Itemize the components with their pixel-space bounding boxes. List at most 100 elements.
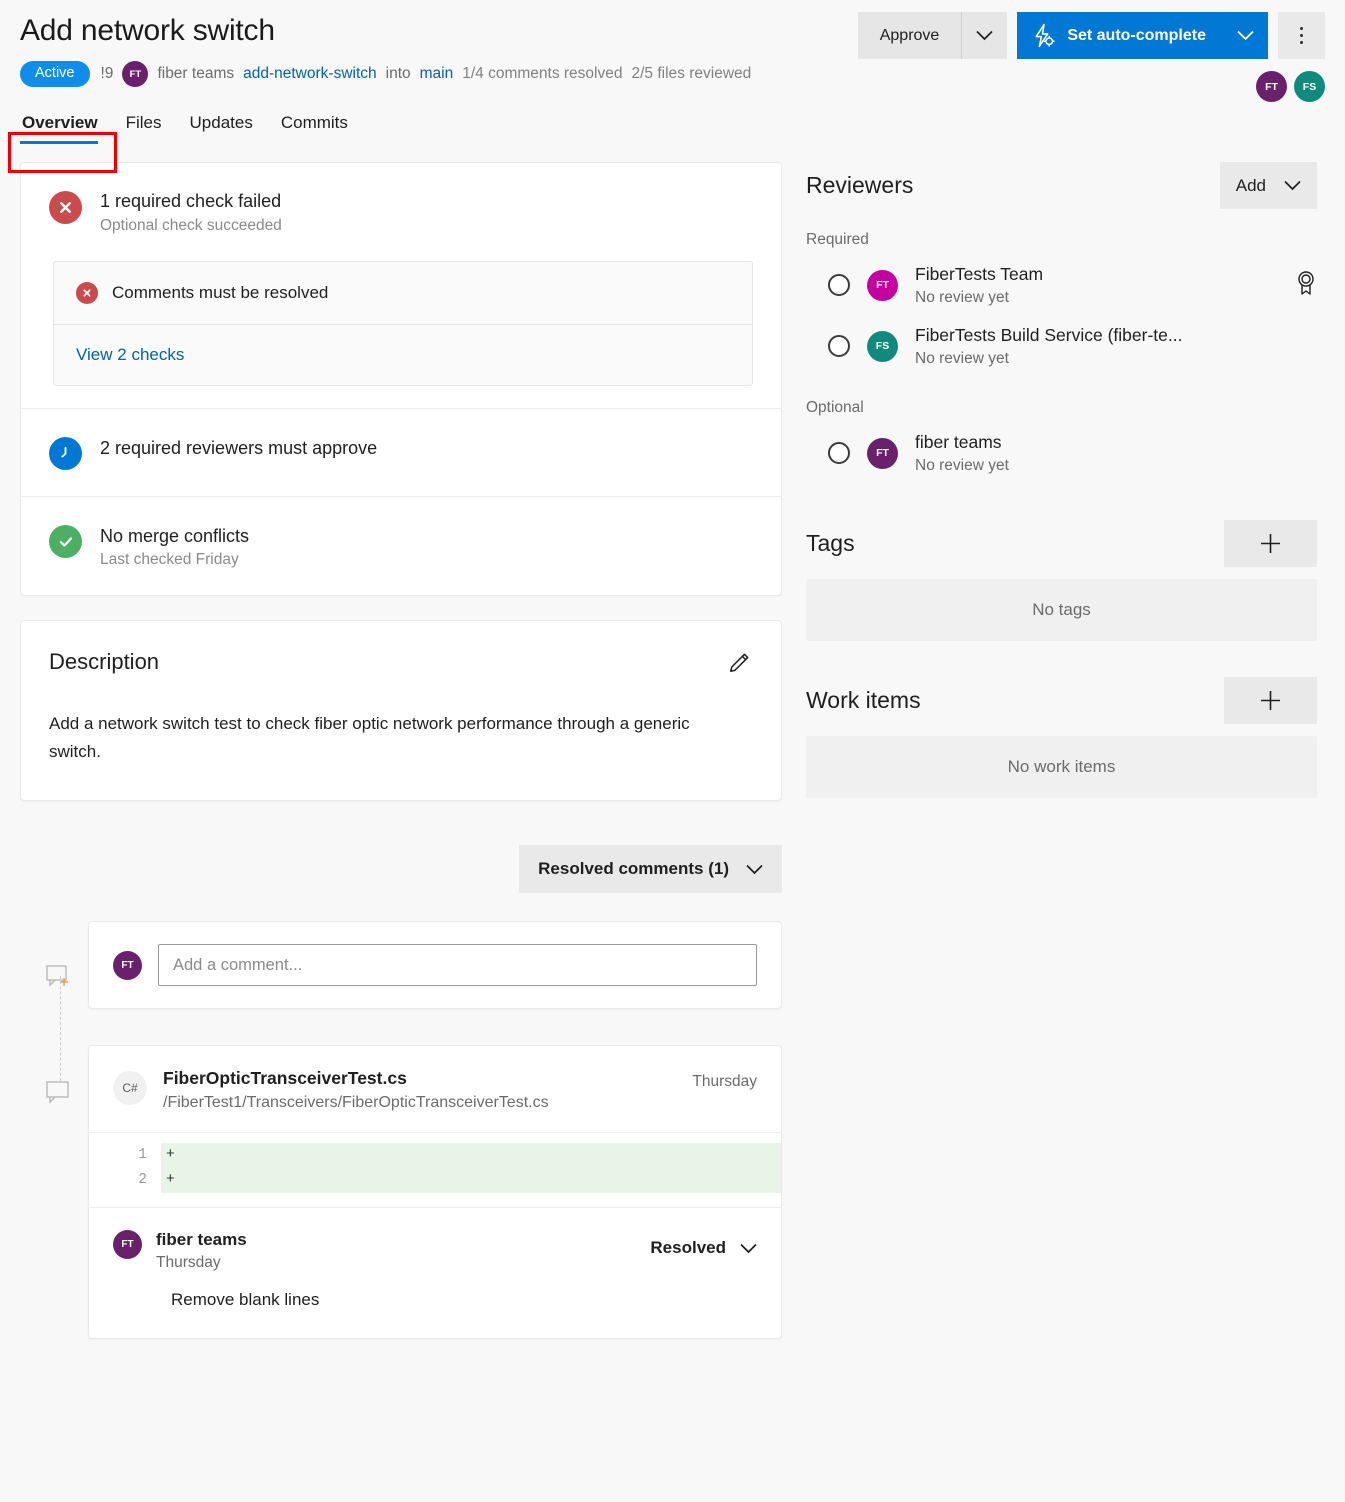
source-branch-link[interactable]: add-network-switch <box>243 65 377 83</box>
work-items-section: Work items No work items <box>806 677 1317 798</box>
success-check-icon <box>49 525 82 558</box>
diff-line-number: 1 <box>89 1143 161 1168</box>
more-options-button[interactable] <box>1278 12 1325 59</box>
merge-conflicts-title: No merge conflicts <box>100 526 249 547</box>
optional-reviewers-label: Optional <box>806 399 1317 417</box>
view-checks-row[interactable]: View 2 checks <box>54 324 752 385</box>
reviewer-vote-radio[interactable] <box>828 442 850 464</box>
approve-dropdown-button[interactable] <box>961 12 1007 59</box>
avatar: FS <box>867 331 898 362</box>
reply-body: Remove blank lines <box>113 1290 757 1310</box>
merge-conflicts-row: No merge conflicts Last checked Friday <box>21 497 781 595</box>
required-check-failed-row: 1 required check failed Optional check s… <box>21 163 781 235</box>
required-reviewers-row: 2 required reviewers must approve <box>21 409 781 496</box>
tab-commits[interactable]: Commits <box>267 109 362 144</box>
thread-date: Thursday <box>692 1068 757 1091</box>
thread-file-path: /FiberTest1/Transceivers/FiberOpticTrans… <box>163 1094 549 1112</box>
reply-author: fiber teams <box>156 1230 247 1250</box>
plus-icon <box>1259 532 1282 555</box>
avatar: FT <box>122 61 148 87</box>
header-actions: Approve Set auto-complete <box>858 12 1325 59</box>
approve-button[interactable]: Approve <box>858 12 962 59</box>
avatar[interactable]: FT <box>1256 71 1287 102</box>
diff-preview: 1 + 2 + <box>89 1132 781 1207</box>
add-comment-card: FT <box>88 921 782 1009</box>
pr-subheader: Active !9 FT fiber teams add-network-swi… <box>20 61 1325 87</box>
pr-author: fiber teams <box>157 65 234 83</box>
view-checks-link[interactable]: View 2 checks <box>76 345 184 365</box>
pr-id: !9 <box>101 65 114 83</box>
thread-file-name[interactable]: FiberOpticTransceiverTest.cs <box>163 1068 549 1089</box>
reviewer-name: FiberTests Team <box>915 264 1043 286</box>
tags-title: Tags <box>806 530 855 557</box>
description-card: Description Add a network switch test to… <box>20 620 782 801</box>
reviewer-vote-radio[interactable] <box>828 335 850 357</box>
add-comment-input[interactable] <box>158 944 757 986</box>
add-work-item-button[interactable] <box>1224 677 1317 724</box>
diff-row: 2 + <box>89 1168 781 1193</box>
set-auto-complete-button[interactable]: Set auto-complete <box>1017 12 1222 59</box>
comments-resolved-stat: 1/4 comments resolved <box>462 65 622 83</box>
reviewer-status: No review yet <box>915 289 1043 307</box>
work-items-empty-state: No work items <box>806 736 1317 798</box>
files-reviewed-stat: 2/5 files reviewed <box>632 65 752 83</box>
reviewer-row-fibertests-team[interactable]: FT FiberTests Team No review yet <box>806 255 1317 316</box>
reply-status-dropdown[interactable]: Resolved <box>650 1230 757 1258</box>
avatar: FT <box>113 1230 142 1259</box>
resolved-comments-toggle[interactable]: Resolved comments (1) <box>519 845 782 893</box>
avatar[interactable]: FS <box>1294 71 1325 102</box>
approve-split-button: Approve <box>858 12 1008 59</box>
reviewer-row-build-service[interactable]: FS FiberTests Build Service (fiber-te...… <box>806 316 1317 377</box>
reviewer-row-fiber-teams[interactable]: FT fiber teams No review yet <box>806 423 1317 484</box>
set-auto-complete-label: Set auto-complete <box>1067 27 1206 45</box>
reply-date: Thursday <box>156 1254 247 1272</box>
tags-empty-state: No tags <box>806 579 1317 641</box>
tags-section: Tags No tags <box>806 520 1317 641</box>
reviewer-status: No review yet <box>915 457 1009 475</box>
required-reviewers-label: 2 required reviewers must approve <box>100 438 377 459</box>
avatar: FT <box>867 270 898 301</box>
avatar: FT <box>867 438 898 469</box>
reviewer-vote-radio[interactable] <box>828 274 850 296</box>
comment-gutter <box>46 921 76 1339</box>
policy-comments-label: Comments must be resolved <box>112 283 328 303</box>
plus-icon <box>1259 689 1282 712</box>
tab-files[interactable]: Files <box>112 109 176 144</box>
diff-row: 1 + <box>89 1143 781 1168</box>
reviewers-header: Reviewers Add <box>806 162 1317 209</box>
reviewer-name: fiber teams <box>915 432 1009 454</box>
avatar: FT <box>113 951 142 980</box>
sidebar: Reviewers Add Required FT FiberTests Tea… <box>806 162 1317 798</box>
reply-status-label: Resolved <box>650 1238 726 1258</box>
participant-avatars: FT FS <box>1256 71 1325 102</box>
chevron-down-icon <box>740 1243 757 1254</box>
status-badge: Active <box>20 61 90 87</box>
tab-updates[interactable]: Updates <box>176 109 267 144</box>
reviewer-status: No review yet <box>915 350 1182 368</box>
thread-reply: FT fiber teams Thursday Resolved Remov <box>89 1207 781 1338</box>
chevron-down-icon <box>976 30 993 41</box>
error-icon <box>49 191 82 224</box>
diff-line-number: 2 <box>89 1168 161 1193</box>
comment-icon <box>46 1081 74 1110</box>
add-reviewer-button[interactable]: Add <box>1220 162 1317 209</box>
auto-complete-dropdown-button[interactable] <box>1222 12 1268 59</box>
tab-overview[interactable]: Overview <box>20 109 112 144</box>
add-tag-button[interactable] <box>1224 520 1317 567</box>
main-column: 1 required check failed Optional check s… <box>20 162 782 1339</box>
policy-comments-row: Comments must be resolved <box>54 262 752 324</box>
comment-stream: FT C# FiberOpticTransceiverTest.cs /Fibe… <box>20 921 782 1339</box>
merge-conflicts-sub: Last checked Friday <box>100 551 249 569</box>
gutter-connector-line <box>60 976 61 1081</box>
checks-detail-box: Comments must be resolved View 2 checks <box>53 261 753 386</box>
kebab-menu-icon <box>1300 27 1304 45</box>
description-body: Add a network switch test to check fiber… <box>49 710 699 766</box>
reviewers-title: Reviewers <box>806 172 913 199</box>
required-reviewers-label: Required <box>806 231 1317 249</box>
work-items-title: Work items <box>806 687 921 714</box>
check-optional-sub: Optional check succeeded <box>100 217 282 235</box>
pencil-icon[interactable] <box>727 649 753 680</box>
csharp-file-icon: C# <box>113 1071 147 1105</box>
chevron-down-icon <box>1284 180 1301 191</box>
target-branch-link[interactable]: main <box>420 65 454 83</box>
